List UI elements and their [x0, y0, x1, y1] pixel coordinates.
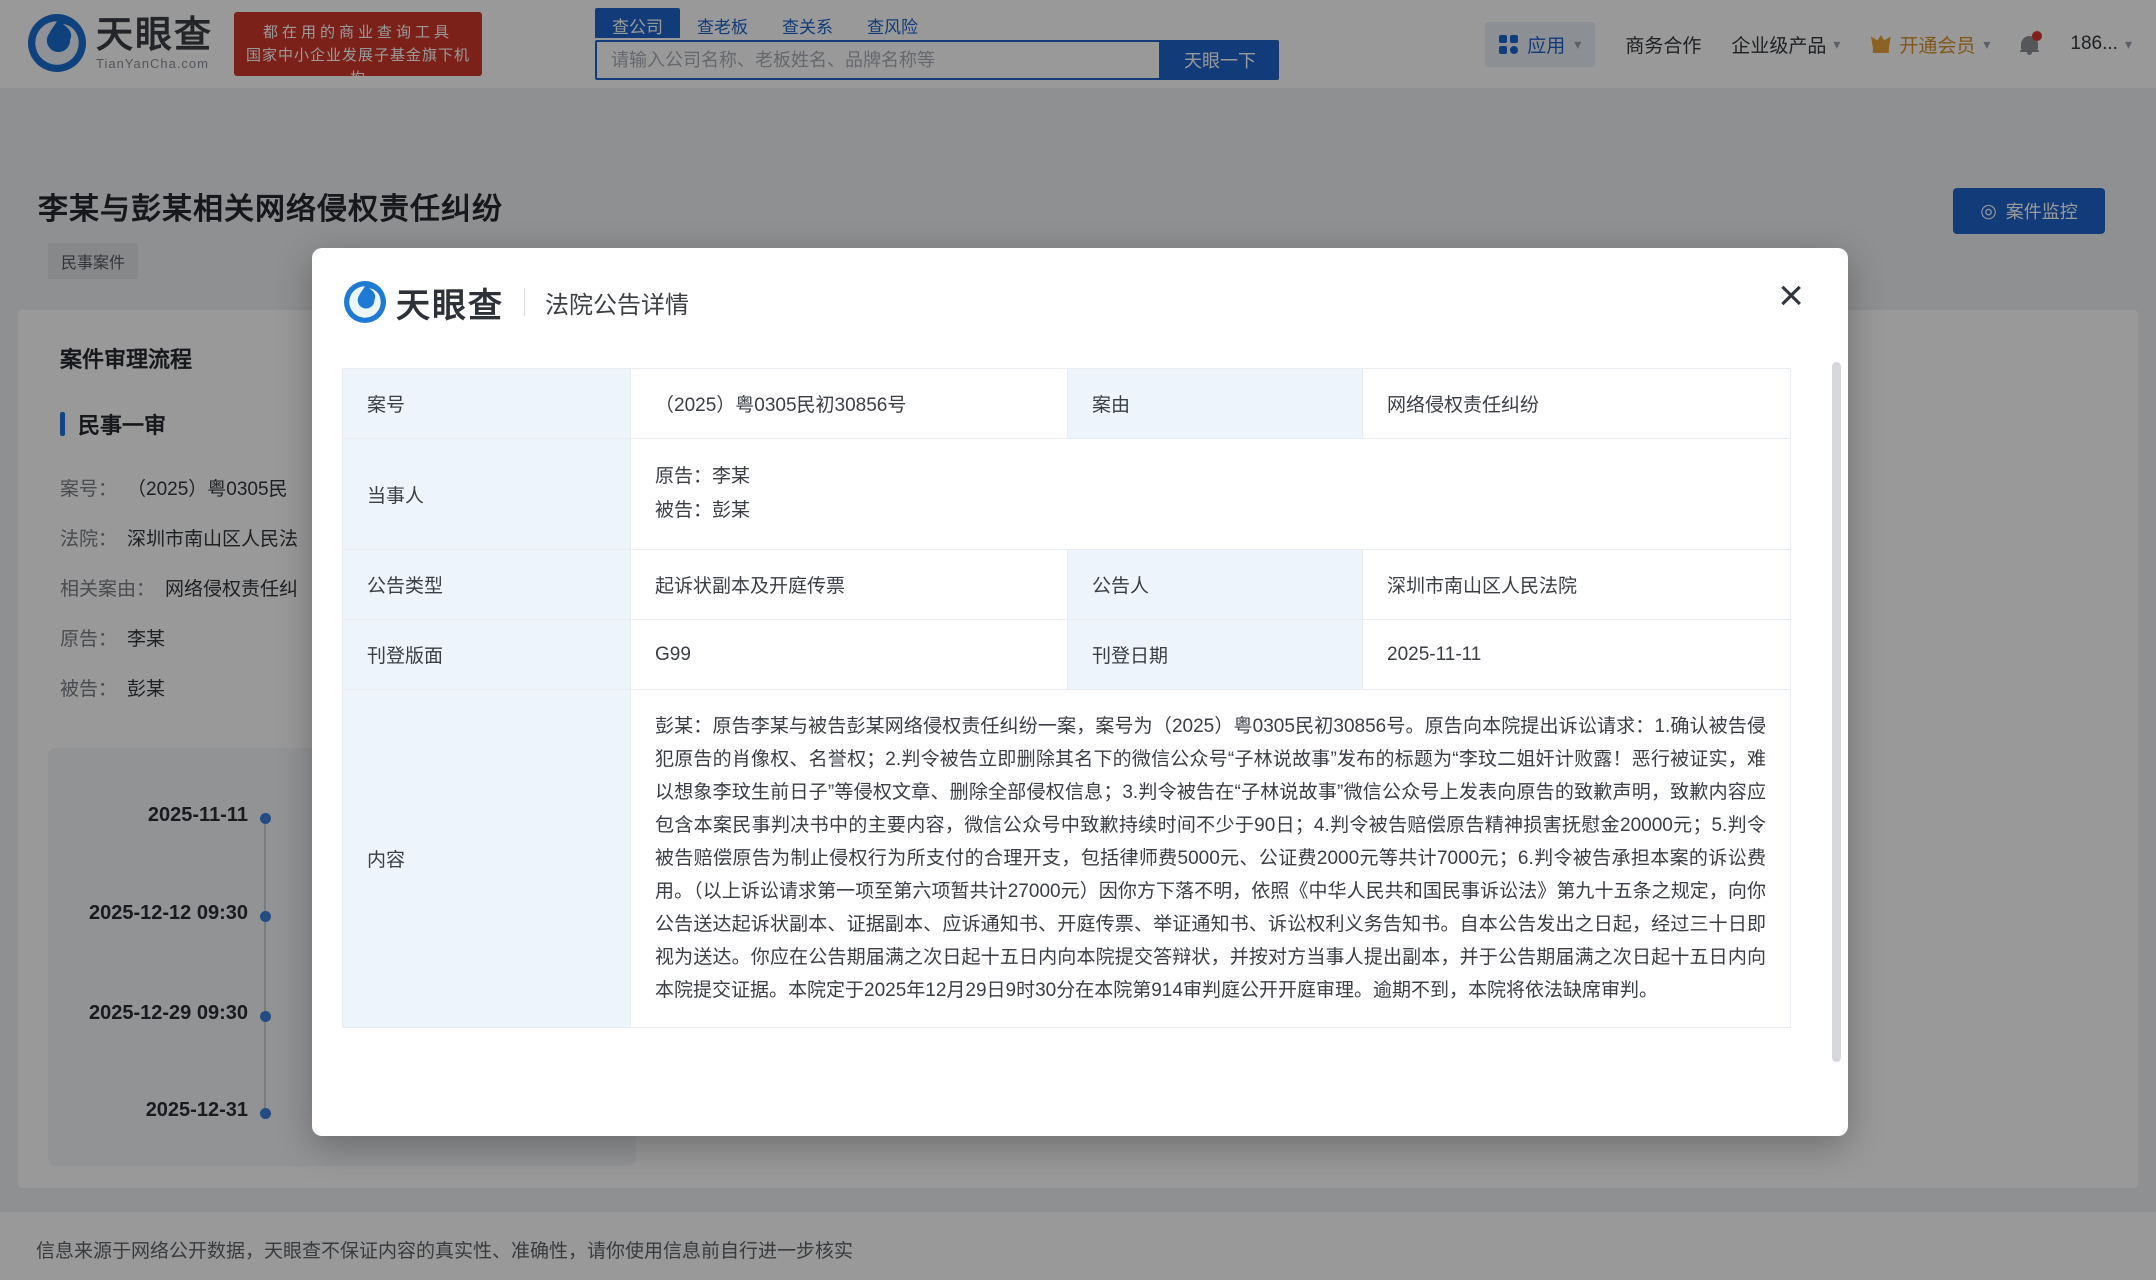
modal-header: 天眼查 法院公告详情 × — [312, 248, 1848, 356]
case-number-value: （2025）粤0305民初30856号 — [631, 369, 1068, 439]
announcer-value: 深圳市南山区人民法院 — [1363, 550, 1791, 620]
parties-value: 原告：李某 被告：彭某 — [631, 439, 1791, 550]
case-number-label: 案号 — [343, 369, 631, 439]
publish-page-label: 刊登版面 — [343, 620, 631, 690]
parties-label: 当事人 — [343, 439, 631, 550]
cause-label: 案由 — [1068, 369, 1363, 439]
publish-date-label: 刊登日期 — [1068, 620, 1363, 690]
announcement-type-label: 公告类型 — [343, 550, 631, 620]
table-row: 公告类型 起诉状副本及开庭传票 公告人 深圳市南山区人民法院 — [343, 550, 1791, 620]
divider — [524, 288, 525, 316]
defendant-line: 被告：彭某 — [655, 494, 1766, 528]
announcer-label: 公告人 — [1068, 550, 1363, 620]
table-row: 内容 彭某：原告李某与被告彭某网络侵权责任纠纷一案，案号为（2025）粤0305… — [343, 690, 1791, 1028]
tianyancha-logo-icon — [344, 281, 386, 323]
modal-logo-brand: 天眼查 — [396, 278, 504, 327]
modal-scrollbar[interactable] — [1832, 362, 1841, 1062]
content-label: 内容 — [343, 690, 631, 1028]
publish-date-value: 2025-11-11 — [1363, 620, 1791, 690]
plaintiff-line: 原告：李某 — [655, 460, 1766, 494]
close-icon[interactable]: × — [1778, 274, 1804, 318]
table-row: 当事人 原告：李某 被告：彭某 — [343, 439, 1791, 550]
page: 天眼查 TianYanCha.com 都在用的商业查询工具 国家中小企业发展子基… — [0, 0, 2156, 1280]
announcement-type-value: 起诉状副本及开庭传票 — [631, 550, 1068, 620]
publish-page-value: G99 — [631, 620, 1068, 690]
cause-value: 网络侵权责任纠纷 — [1363, 369, 1791, 439]
modal-title: 法院公告详情 — [545, 285, 689, 320]
announcement-table: 案号 （2025）粤0305民初30856号 案由 网络侵权责任纠纷 当事人 原… — [342, 368, 1791, 1028]
table-row: 案号 （2025）粤0305民初30856号 案由 网络侵权责任纠纷 — [343, 369, 1791, 439]
content-text: 彭某：原告李某与被告彭某网络侵权责任纠纷一案，案号为（2025）粤0305民初3… — [631, 690, 1791, 1028]
court-announcement-modal: 天眼查 法院公告详情 × 案号 （2025）粤0305民初30856号 案由 网… — [312, 248, 1848, 1136]
table-row: 刊登版面 G99 刊登日期 2025-11-11 — [343, 620, 1791, 690]
